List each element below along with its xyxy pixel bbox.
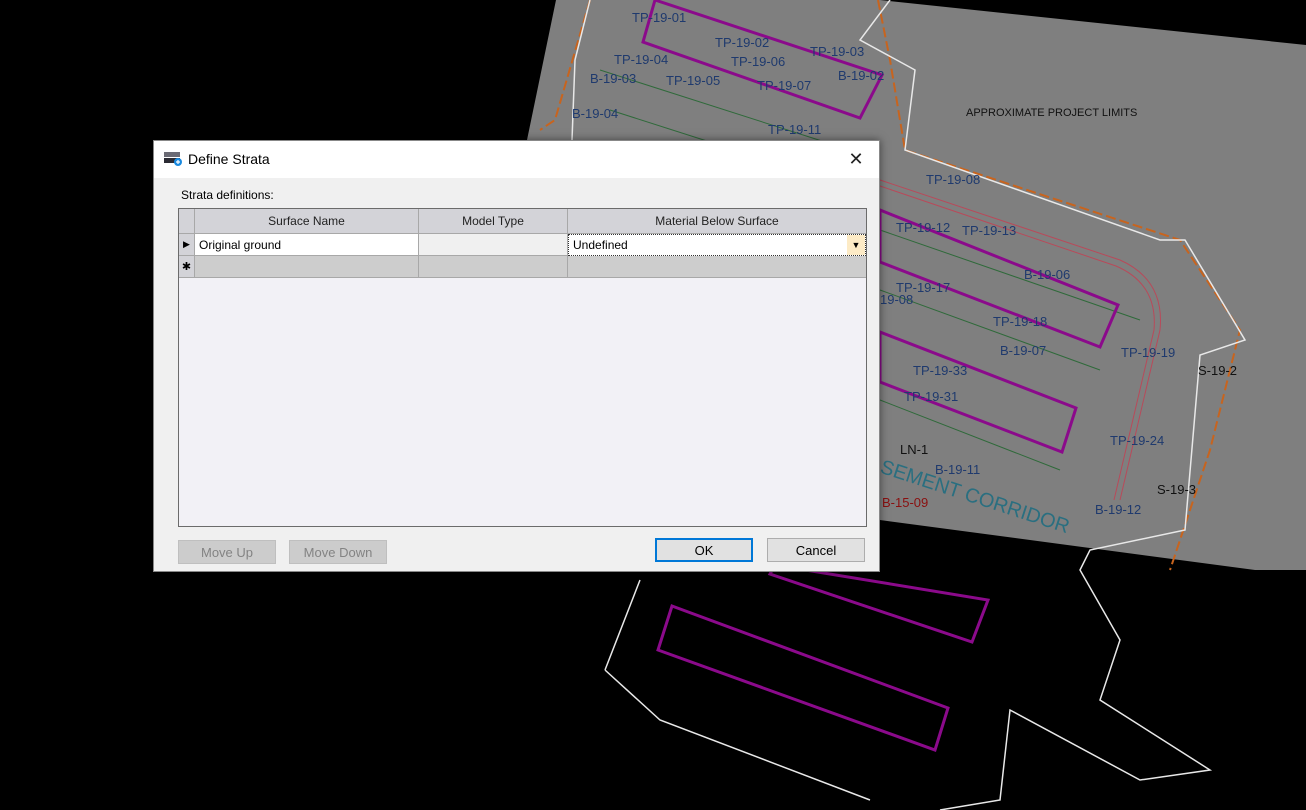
- grid-header: Surface Name Model Type Material Below S…: [179, 209, 866, 234]
- column-header-surface-name[interactable]: Surface Name: [195, 209, 419, 234]
- new-row-asterisk-icon: ✱: [179, 256, 195, 278]
- boring-label: TP-19-06: [731, 54, 786, 69]
- close-icon: ✕: [848, 149, 864, 169]
- boring-label: TP-19-24: [1110, 433, 1165, 448]
- model-type-cell[interactable]: [419, 256, 568, 278]
- new-row[interactable]: ✱: [179, 256, 866, 278]
- boring-label: TP-19-08: [926, 172, 981, 187]
- boring-label: TP-19-07: [757, 78, 812, 93]
- boring-label: TP-19-01: [632, 10, 687, 25]
- table-row[interactable]: ▶ Original ground Undefined ▼: [179, 234, 866, 256]
- boring-label: TP-19-18: [993, 314, 1048, 329]
- boring-label: S-19-2: [1198, 363, 1238, 378]
- cancel-button[interactable]: Cancel: [767, 538, 865, 562]
- strata-grid[interactable]: Surface Name Model Type Material Below S…: [178, 208, 867, 527]
- boring-label: TP-19-02: [715, 35, 770, 50]
- move-up-button[interactable]: Move Up: [178, 540, 276, 564]
- boring-label: B-19-04: [572, 106, 619, 121]
- boring-label: TP-19-04: [614, 52, 669, 67]
- project-limits-label: APPROXIMATE PROJECT LIMITS: [966, 107, 1138, 119]
- boring-label: TP-19-11: [768, 122, 822, 137]
- chevron-down-icon[interactable]: ▼: [847, 235, 865, 255]
- surface-name-cell[interactable]: [195, 256, 419, 278]
- material-cell[interactable]: [568, 256, 866, 278]
- column-header-material[interactable]: Material Below Surface: [568, 209, 866, 234]
- boring-label: LN-1: [900, 442, 929, 457]
- boring-label: TP-19-33: [913, 363, 968, 378]
- boring-label: TP-19-05: [666, 73, 721, 88]
- title-bar: Define Strata ✕: [154, 141, 879, 178]
- ok-button[interactable]: OK: [655, 538, 753, 562]
- boring-label: B-19-02: [838, 68, 885, 83]
- material-value: Undefined: [573, 238, 628, 252]
- surface-name-cell[interactable]: Original ground: [195, 234, 419, 256]
- boring-label: TP-19-31: [904, 389, 959, 404]
- model-type-cell[interactable]: [419, 234, 568, 256]
- boring-label: B-19-06: [1024, 267, 1071, 282]
- dialog-title: Define Strata: [188, 151, 270, 167]
- material-dropdown[interactable]: Undefined ▼: [568, 234, 866, 256]
- boring-label: S-19-3: [1157, 482, 1197, 497]
- boring-label: TP-19-03: [810, 44, 865, 59]
- define-strata-dialog: Define Strata ✕ Strata definitions: Surf…: [153, 140, 880, 572]
- boring-label: TP-19-13: [962, 223, 1017, 238]
- close-button[interactable]: ✕: [833, 141, 879, 178]
- strata-definitions-label: Strata definitions:: [181, 188, 274, 202]
- boring-label: B-15-09: [882, 495, 929, 510]
- boring-label: TP-19-19: [1121, 345, 1176, 360]
- boring-label: B-19-12: [1095, 502, 1142, 517]
- current-row-indicator-icon: ▶: [179, 234, 195, 256]
- move-down-button[interactable]: Move Down: [289, 540, 387, 564]
- strata-app-icon: [164, 152, 182, 166]
- row-header-corner: [179, 209, 195, 234]
- boring-label: 19-08: [880, 292, 914, 307]
- boring-label: TP-19-12: [896, 220, 951, 235]
- boring-label: B-19-07: [1000, 343, 1047, 358]
- column-header-model-type[interactable]: Model Type: [419, 209, 568, 234]
- boring-label: B-19-03: [590, 71, 637, 86]
